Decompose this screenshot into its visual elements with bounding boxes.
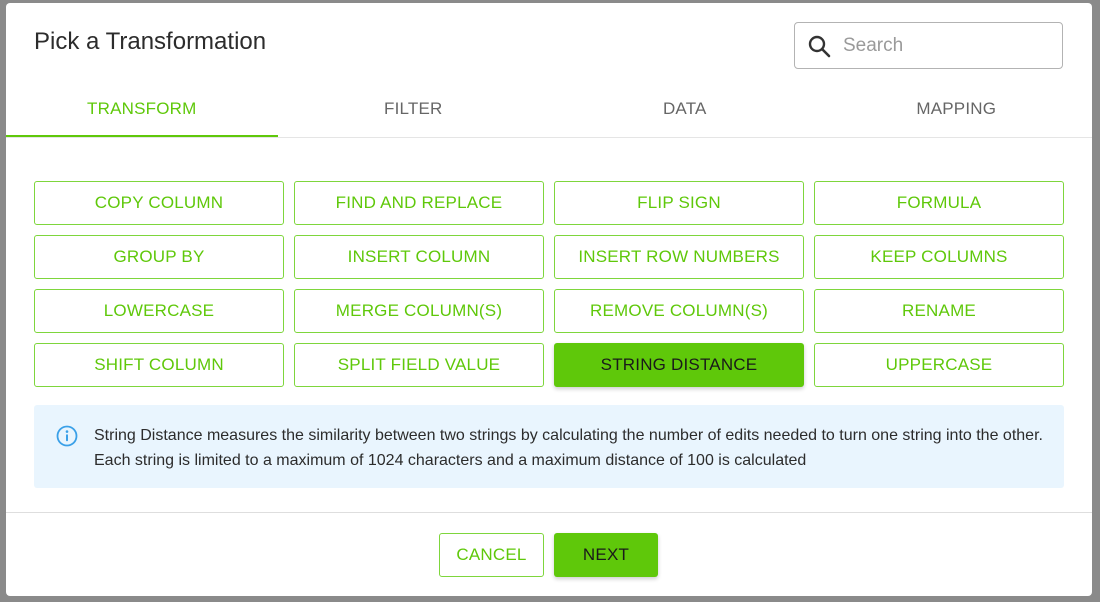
lowercase-button[interactable]: LOWERCASE	[34, 289, 284, 333]
split-field-value-button[interactable]: SPLIT FIELD VALUE	[294, 343, 544, 387]
rename-button[interactable]: RENAME	[814, 289, 1064, 333]
cancel-button[interactable]: CANCEL	[439, 533, 544, 577]
info-panel: String Distance measures the similarity …	[34, 405, 1064, 488]
formula-button[interactable]: FORMULA	[814, 181, 1064, 225]
tab-mapping[interactable]: MAPPING	[821, 87, 1093, 137]
find-and-replace-button[interactable]: FIND AND REPLACE	[294, 181, 544, 225]
string-distance-button[interactable]: STRING DISTANCE	[554, 343, 804, 387]
group-by-button[interactable]: GROUP BY	[34, 235, 284, 279]
dialog-title: Pick a Transformation	[34, 28, 267, 55]
uppercase-button[interactable]: UPPERCASE	[814, 343, 1064, 387]
remove-columns-button[interactable]: REMOVE COLUMN(S)	[554, 289, 804, 333]
shift-column-button[interactable]: SHIFT COLUMN	[34, 343, 284, 387]
next-button[interactable]: NEXT	[554, 533, 658, 577]
pick-transformation-dialog: Pick a Transformation TRANSFORM FILTER D…	[6, 3, 1092, 596]
insert-column-button[interactable]: INSERT COLUMN	[294, 235, 544, 279]
tab-transform[interactable]: TRANSFORM	[6, 87, 278, 137]
footer-divider	[6, 512, 1092, 513]
search-icon	[807, 34, 831, 58]
tab-filter[interactable]: FILTER	[278, 87, 550, 137]
merge-columns-button[interactable]: MERGE COLUMN(S)	[294, 289, 544, 333]
tabs-divider	[6, 137, 1092, 138]
search-box[interactable]	[794, 22, 1063, 69]
keep-columns-button[interactable]: KEEP COLUMNS	[814, 235, 1064, 279]
flip-sign-button[interactable]: FLIP SIGN	[554, 181, 804, 225]
info-icon	[56, 425, 78, 447]
search-input[interactable]	[843, 34, 1043, 57]
tab-data[interactable]: DATA	[549, 87, 821, 137]
tab-bar: TRANSFORM FILTER DATA MAPPING	[6, 87, 1092, 137]
copy-column-button[interactable]: COPY COLUMN	[34, 181, 284, 225]
info-text: String Distance measures the similarity …	[94, 427, 1043, 469]
transformation-grid: COPY COLUMN FIND AND REPLACE FLIP SIGN F…	[34, 181, 1064, 387]
insert-row-numbers-button[interactable]: INSERT ROW NUMBERS	[554, 235, 804, 279]
